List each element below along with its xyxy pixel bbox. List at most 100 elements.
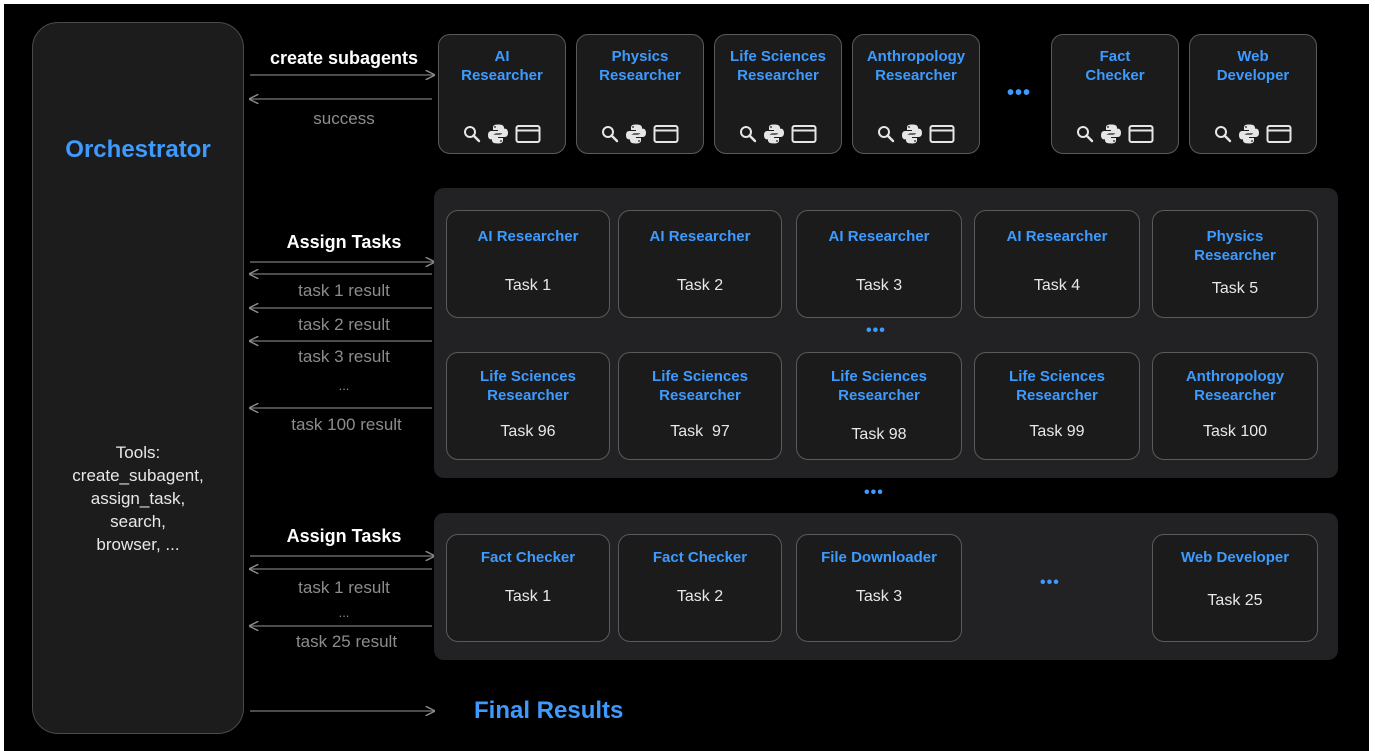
role-line: Life Sciences bbox=[831, 368, 927, 385]
task-card-role: Physics Researcher bbox=[1157, 227, 1313, 265]
subagent-name-line: AI bbox=[494, 48, 510, 65]
role-line: Physics bbox=[1206, 228, 1264, 245]
final-results-label: Final Results bbox=[474, 697, 624, 724]
subagent-tool-icons bbox=[1190, 123, 1316, 145]
search-icon bbox=[739, 125, 757, 143]
create-subagents-label: create subagents bbox=[269, 48, 419, 68]
task-card-task: Task 98 bbox=[851, 426, 907, 443]
task-card-role: Web Developer bbox=[1180, 549, 1290, 566]
subagent-card-fact-checker: Fact Checker bbox=[1051, 34, 1179, 154]
task-card-task: Task 97 bbox=[670, 423, 730, 440]
task-card: AI Researcher Task 1 bbox=[446, 210, 610, 318]
orchestrator-box: Orchestrator Tools: create_subagent, ass… bbox=[32, 22, 244, 734]
tools-line: browser, ... bbox=[96, 535, 180, 554]
python-icon bbox=[901, 123, 923, 145]
result-label: task 25 result bbox=[295, 632, 398, 651]
subagent-name: Physics Researcher bbox=[581, 47, 699, 85]
task-card-task: Task 3 bbox=[855, 588, 903, 605]
subagent-tool-icons bbox=[1052, 123, 1178, 145]
task-card-role: AI Researcher bbox=[623, 227, 777, 246]
task-card-task: Task 2 bbox=[676, 588, 724, 605]
subagent-tool-icons bbox=[577, 123, 703, 145]
browser-window-icon bbox=[515, 124, 541, 144]
task-card-task: Task 25 bbox=[1207, 592, 1263, 609]
subagent-name-line: Physics bbox=[611, 48, 669, 65]
orchestrator-title: Orchestrator bbox=[65, 136, 211, 163]
task-card-role: Life Sciences Researcher bbox=[451, 367, 605, 405]
task-card: AI Researcher Task 2 bbox=[618, 210, 782, 318]
subagent-card-web-developer: Web Developer bbox=[1189, 34, 1317, 154]
task-card-task: Task 100 bbox=[1202, 423, 1268, 440]
subagent-name-line: Web bbox=[1237, 48, 1269, 65]
subagent-card-ai-researcher: AI Researcher bbox=[438, 34, 566, 154]
search-icon bbox=[877, 125, 895, 143]
result-label: task 3 result bbox=[298, 347, 390, 366]
role-line: Researcher bbox=[1194, 247, 1276, 264]
subagent-name-line: Fact bbox=[1099, 48, 1131, 65]
result-ellipsis: ... bbox=[338, 605, 350, 620]
task-card-task: Task 3 bbox=[855, 277, 903, 294]
subagent-name: AI Researcher bbox=[443, 47, 561, 85]
task-card-task: Task 2 bbox=[676, 277, 724, 294]
result-label: task 1 result bbox=[298, 578, 390, 597]
task-cards-ellipsis: ••• bbox=[1040, 574, 1060, 591]
task-card: Physics Researcher Task 5 bbox=[1152, 210, 1318, 318]
result-label: task 100 result bbox=[291, 415, 402, 434]
subagent-card-physics-researcher: Physics Researcher bbox=[576, 34, 704, 154]
subagent-name-line: Researcher bbox=[875, 67, 957, 84]
assign-tasks-label-2: Assign Tasks bbox=[286, 526, 402, 546]
subagent-name-line: Developer bbox=[1216, 67, 1290, 84]
groups-ellipsis: ••• bbox=[864, 484, 884, 501]
task-card: Life Sciences Researcher Task 98 bbox=[796, 352, 962, 460]
diagram-canvas: Orchestrator Tools: create_subagent, ass… bbox=[4, 4, 1369, 751]
task-card-role: Anthropology Researcher bbox=[1157, 367, 1313, 405]
tools-line: Tools: bbox=[115, 443, 161, 462]
subagent-card-anthropology-researcher: Anthropology Researcher bbox=[852, 34, 980, 154]
role-line: AI Researcher bbox=[477, 228, 579, 245]
task-card-task: Task 1 bbox=[504, 588, 552, 605]
task-card-task: Task 96 bbox=[500, 423, 556, 440]
success-label: success bbox=[313, 109, 375, 128]
role-line: Life Sciences bbox=[1009, 368, 1105, 385]
tools-line: assign_task, bbox=[90, 489, 186, 508]
browser-window-icon bbox=[653, 124, 679, 144]
browser-window-icon bbox=[1128, 124, 1154, 144]
subagent-name-line: Life Sciences bbox=[730, 48, 826, 65]
task-card-role: AI Researcher bbox=[979, 227, 1135, 246]
role-line: Researcher bbox=[1194, 387, 1276, 404]
task-card: Fact Checker Task 2 bbox=[618, 534, 782, 642]
subagent-name: Anthropology Researcher bbox=[857, 47, 975, 85]
task-card-task: Task 99 bbox=[1029, 423, 1085, 440]
task-card-role: Life Sciences Researcher bbox=[979, 367, 1135, 405]
tools-line: search, bbox=[110, 512, 166, 531]
task-card-task: Task 1 bbox=[504, 277, 552, 294]
subagent-name-line: Researcher bbox=[737, 67, 819, 84]
role-line: AI Researcher bbox=[649, 228, 751, 245]
task-card-role: Life Sciences Researcher bbox=[623, 367, 777, 405]
role-line: Researcher bbox=[838, 387, 920, 404]
subagent-name: Fact Checker bbox=[1056, 47, 1174, 85]
task-card: Web Developer Task 25 bbox=[1152, 534, 1318, 642]
task-card: Fact Checker Task 1 bbox=[446, 534, 610, 642]
task-card: Life Sciences Researcher Task 96 bbox=[446, 352, 610, 460]
search-icon bbox=[1214, 125, 1232, 143]
subagent-tool-icons bbox=[439, 123, 565, 145]
subagent-ellipsis: ••• bbox=[1007, 82, 1032, 104]
python-icon bbox=[487, 123, 509, 145]
python-icon bbox=[1100, 123, 1122, 145]
task-card-role: Life Sciences Researcher bbox=[801, 367, 957, 405]
task-card: AI Researcher Task 4 bbox=[974, 210, 1140, 318]
subagent-tool-icons bbox=[853, 123, 979, 145]
browser-window-icon bbox=[1266, 124, 1292, 144]
role-line: AI Researcher bbox=[828, 228, 930, 245]
role-line: Researcher bbox=[487, 387, 569, 404]
subagent-name-line: Researcher bbox=[461, 67, 543, 84]
task-card-role: AI Researcher bbox=[451, 227, 605, 246]
role-line: Researcher bbox=[659, 387, 741, 404]
python-icon bbox=[763, 123, 785, 145]
result-label: task 2 result bbox=[298, 315, 390, 334]
role-line: Life Sciences bbox=[480, 368, 576, 385]
search-icon bbox=[1076, 125, 1094, 143]
search-icon bbox=[463, 125, 481, 143]
task-card: Life Sciences Researcher Task 97 bbox=[618, 352, 782, 460]
